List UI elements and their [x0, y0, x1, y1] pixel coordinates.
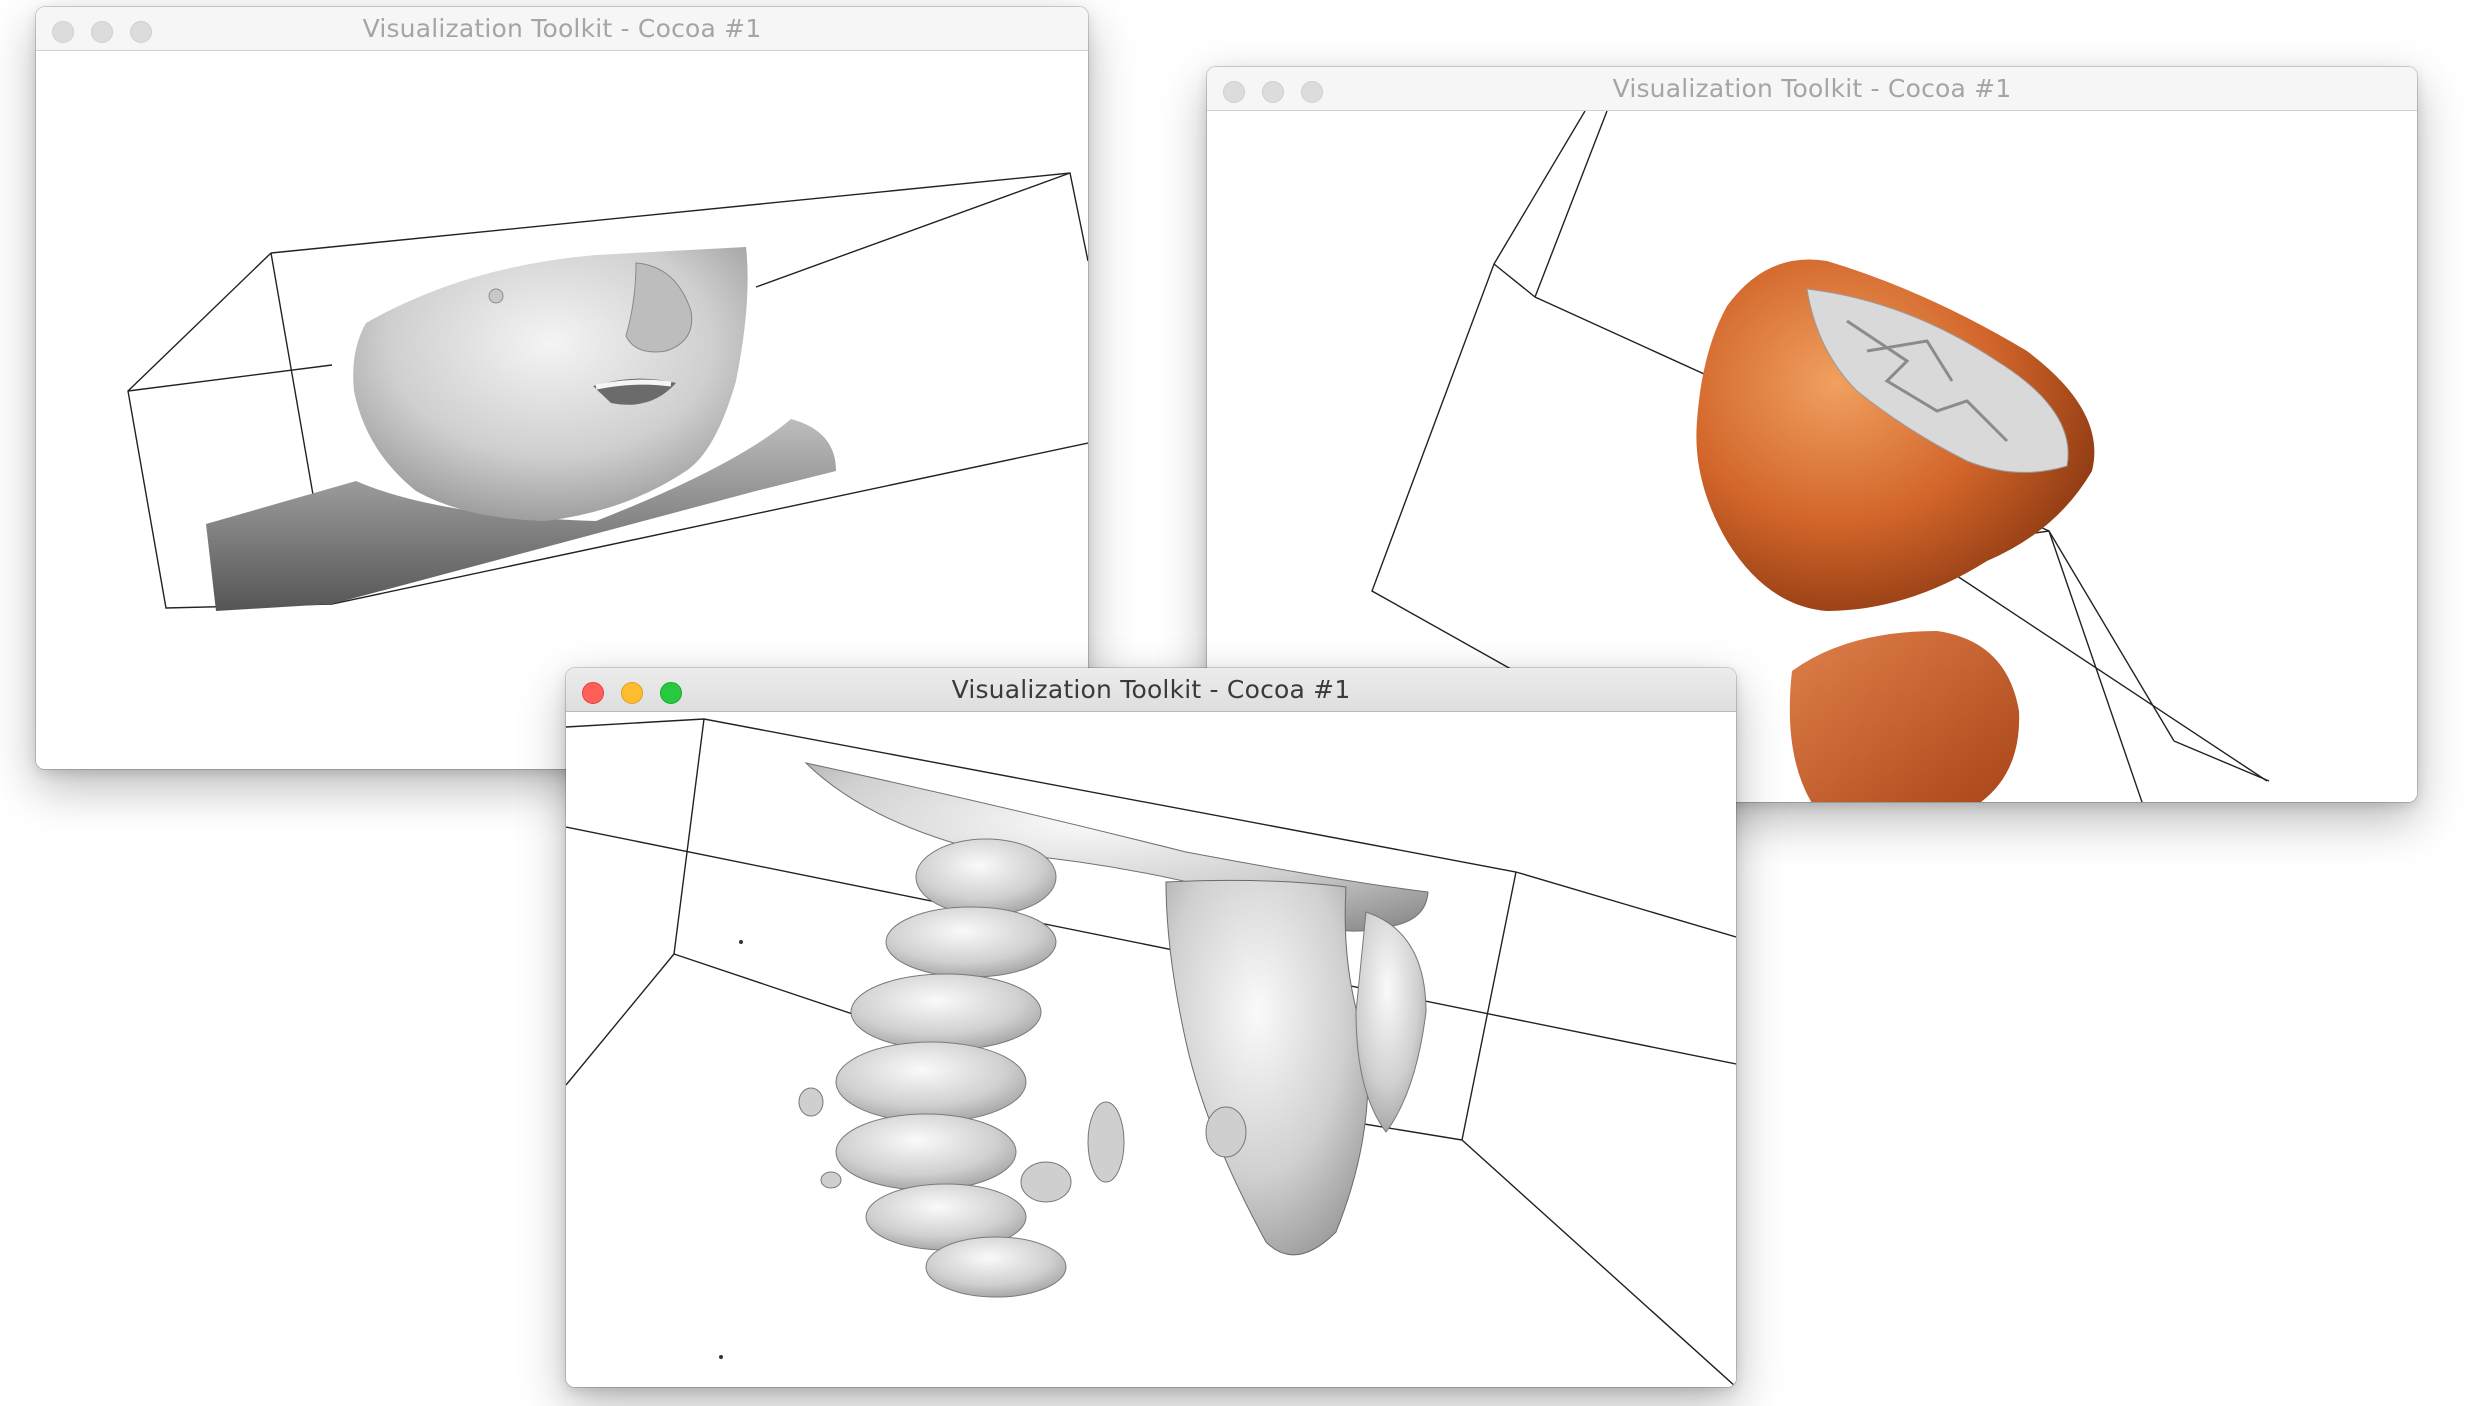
bone-render — [566, 718, 1736, 1387]
render-viewport[interactable] — [36, 51, 1088, 769]
vertebrae — [835, 838, 1067, 1298]
bounding-box-outline — [566, 718, 1736, 1387]
window-title: Visualization Toolkit - Cocoa #1 — [951, 675, 1351, 704]
face-surface — [353, 247, 748, 521]
render-viewport[interactable] — [566, 712, 1736, 1387]
vtk-window-bone[interactable]: Visualization Toolkit - Cocoa #1 — [566, 668, 1736, 1387]
window-titlebar[interactable]: Visualization Toolkit - Cocoa #1 — [566, 668, 1736, 712]
neck-surface — [1789, 631, 2020, 802]
mandible — [1165, 879, 1369, 1256]
window-titlebar[interactable]: Visualization Toolkit - Cocoa #1 — [36, 7, 1088, 51]
vtk-window-face[interactable]: Visualization Toolkit - Cocoa #1 — [36, 7, 1088, 769]
window-titlebar[interactable]: Visualization Toolkit - Cocoa #1 — [1207, 67, 2417, 111]
window-title: Visualization Toolkit - Cocoa #1 — [362, 14, 762, 43]
window-title: Visualization Toolkit - Cocoa #1 — [1612, 74, 2012, 103]
face-render — [127, 172, 1088, 611]
